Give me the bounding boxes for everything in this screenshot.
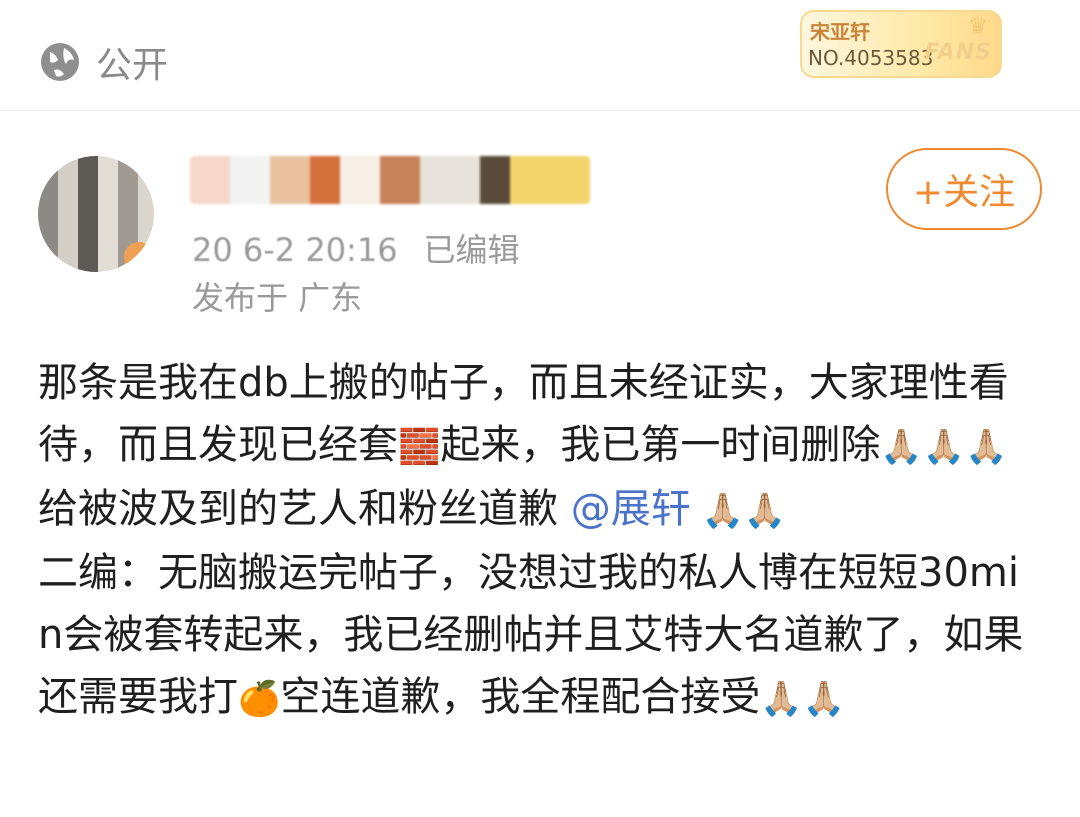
post-meta: 20 6-2 20:16 已编辑 发布于 广东 (192, 226, 520, 322)
pray-emoji-icon: 🙏🏼🙏🏼 (760, 679, 846, 719)
edited-label: 已编辑 (423, 231, 520, 269)
visibility-indicator: 公开 (38, 36, 168, 88)
post-location: 发布于 广东 (192, 279, 363, 317)
fans-badge[interactable]: ♛ 宋亚轩 NO.4053583 FANS (800, 10, 1002, 78)
post-time: 20 6-2 20:16 (192, 231, 398, 269)
follow-button[interactable]: +关注 (886, 148, 1042, 230)
orange-emoji-icon: 🍊 (238, 679, 281, 719)
follow-label: +关注 (912, 172, 1016, 213)
crown-icon: ♛ (968, 14, 988, 39)
post-text-5: 空连道歉，我全程配合接受 (280, 674, 761, 720)
username-blurred[interactable] (190, 156, 590, 204)
globe-icon (41, 43, 79, 81)
pray-emoji-icon: 🙏🏼🙏🏼🙏🏼 (880, 427, 1008, 467)
avatar[interactable] (38, 156, 154, 272)
post-body: 那条是我在db上搬的帖子，而且未经证实，大家理性看待，而且发现已经套🧱起来，我已… (38, 352, 1042, 730)
mention-link[interactable]: @展轩 (571, 486, 691, 532)
post-text-3: 给被波及到的艺人和粉丝道歉 (38, 486, 571, 532)
brick-emoji-icon: 🧱 (398, 427, 441, 467)
visibility-label: 公开 (96, 45, 169, 86)
post-text-2: 起来，我已第一时间删除 (440, 422, 881, 468)
fans-badge-word: FANS (924, 40, 992, 65)
fans-badge-number: NO.4053583 (808, 46, 934, 70)
pray-emoji-icon: 🙏🏼🙏🏼 (690, 491, 787, 531)
post-header-bar: 公开 ♛ 宋亚轩 NO.4053583 FANS (0, 0, 1080, 111)
fans-badge-name: 宋亚轩 (810, 20, 870, 44)
